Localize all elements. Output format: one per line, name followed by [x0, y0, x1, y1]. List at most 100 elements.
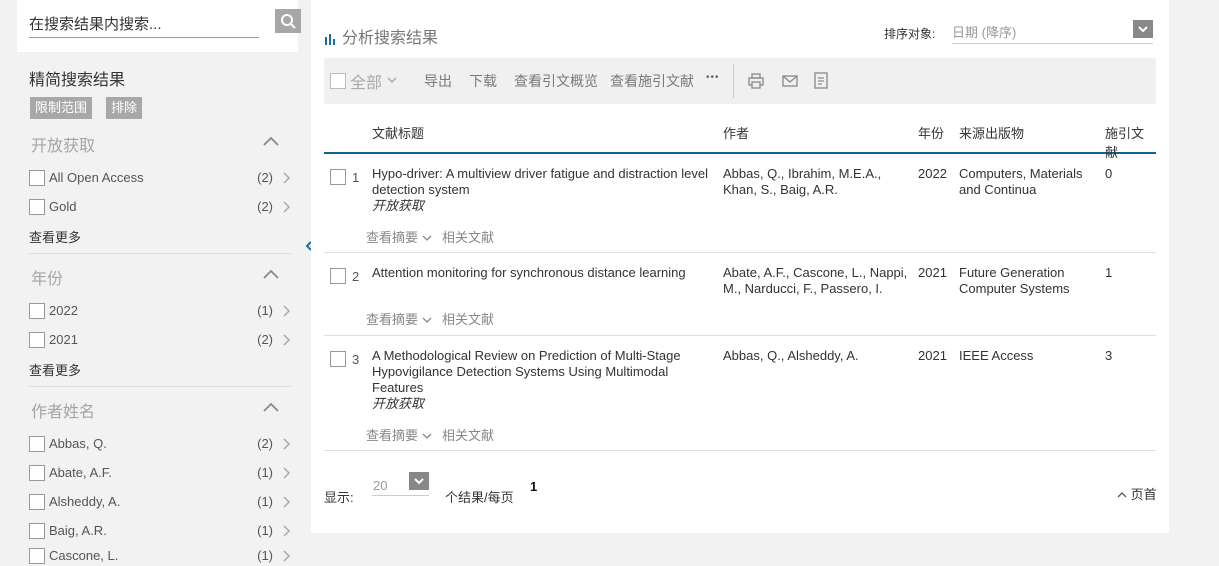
chevron-right-icon[interactable] [281, 549, 291, 563]
sort-value: 日期 (降序) [952, 25, 1017, 40]
checkbox[interactable] [29, 465, 45, 481]
chevron-up-icon[interactable] [262, 135, 280, 147]
document-source[interactable]: Computers, Materials and Continua [959, 166, 1094, 198]
view-abstract-label: 查看摘要 [366, 312, 419, 327]
checkbox[interactable] [29, 332, 45, 348]
document-authors[interactable]: Abbas, Q., Alsheddy, A. [723, 348, 911, 364]
document-title-text[interactable]: A Methodological Review on Prediction of… [372, 348, 681, 395]
col-authors[interactable]: 作者 [723, 123, 749, 142]
col-title[interactable]: 文献标题 [372, 123, 424, 142]
sort-select[interactable]: 日期 (降序) [952, 18, 1153, 44]
view-abstract-link[interactable]: 查看摘要 [366, 309, 432, 328]
search-within-box [17, 0, 301, 52]
select-all-checkbox[interactable] [330, 73, 346, 89]
chevron-right-icon[interactable] [281, 524, 291, 538]
facet-item-label: All Open Access [49, 170, 144, 185]
view-abstract-label: 查看摘要 [366, 428, 419, 443]
chevron-down-icon[interactable] [409, 472, 429, 490]
more-button[interactable]: ••• [706, 72, 720, 83]
document-source[interactable]: IEEE Access [959, 348, 1094, 364]
checkbox[interactable] [29, 548, 45, 564]
see-more-link[interactable]: 查看更多 [29, 360, 81, 379]
checkbox[interactable] [29, 494, 45, 510]
facet-item-author[interactable]: Abbas, Q. (2) [29, 434, 291, 454]
row-number: 1 [352, 170, 360, 185]
facet-item-label: Abate, A.F. [49, 465, 112, 480]
facet-item-author[interactable]: Cascone, L. (1) [29, 546, 291, 566]
row-checkbox[interactable] [330, 268, 346, 284]
document-title-text[interactable]: Hypo-driver: A multiview driver fatigue … [372, 166, 708, 197]
bar-chart-icon [325, 33, 335, 45]
print-icon[interactable] [748, 73, 764, 89]
facet-item-2022[interactable]: 2022 (1) [29, 301, 291, 321]
page-number-current[interactable]: 1 [530, 479, 537, 494]
chevron-right-icon[interactable] [281, 333, 291, 347]
col-source[interactable]: 来源出版物 [959, 123, 1024, 142]
facet-item-author[interactable]: Baig, A.R. (1) [29, 521, 291, 541]
checkbox[interactable] [29, 199, 45, 215]
chevron-right-icon[interactable] [281, 495, 291, 509]
chevron-right-icon[interactable] [281, 304, 291, 318]
related-documents-link[interactable]: 相关文献 [442, 309, 494, 328]
facet-item-all-open-access[interactable]: All Open Access (2) [29, 168, 291, 188]
chevron-right-icon[interactable] [281, 171, 291, 185]
divider [29, 253, 291, 254]
back-to-top-link[interactable]: 页首 [1117, 484, 1157, 503]
facet-item-author[interactable]: Alsheddy, A. (1) [29, 492, 291, 512]
search-button[interactable] [275, 9, 301, 33]
facet-item-2021[interactable]: 2021 (2) [29, 330, 291, 350]
document-year: 2022 [918, 166, 947, 181]
checkbox[interactable] [29, 523, 45, 539]
chevron-up-icon[interactable] [262, 268, 280, 280]
facet-item-count: (1) [257, 303, 273, 318]
document-source[interactable]: Future Generation Computer Systems [959, 265, 1094, 297]
facet-item-gold[interactable]: Gold (2) [29, 197, 291, 217]
related-documents-link[interactable]: 相关文献 [442, 425, 494, 444]
chevron-up-icon[interactable] [262, 401, 280, 413]
citation-overview-button[interactable]: 查看引文概览 [514, 71, 598, 91]
chevron-down-icon[interactable] [1133, 20, 1153, 38]
exclude-button[interactable]: 排除 [106, 97, 143, 119]
row-checkbox[interactable] [330, 351, 346, 367]
view-abstract-link[interactable]: 查看摘要 [366, 425, 432, 444]
document-authors[interactable]: Abbas, Q., Ibrahim, M.E.A., Khan, S., Ba… [723, 166, 911, 198]
facet-title-author[interactable]: 作者姓名 [31, 398, 95, 422]
export-button[interactable]: 导出 [424, 71, 452, 91]
document-title[interactable]: Hypo-driver: A multiview driver fatigue … [372, 166, 712, 214]
document-title[interactable]: Attention monitoring for synchronous dis… [372, 265, 712, 281]
row-checkbox[interactable] [330, 169, 346, 185]
cited-by-count[interactable]: 1 [1105, 265, 1112, 280]
chevron-right-icon[interactable] [281, 466, 291, 480]
facet-title-year[interactable]: 年份 [31, 265, 63, 289]
related-documents-link[interactable]: 相关文献 [442, 227, 494, 246]
document-icon[interactable] [814, 72, 828, 89]
download-button[interactable]: 下载 [469, 71, 497, 91]
select-all-label[interactable]: 全部 [350, 69, 382, 93]
toolbar-divider [733, 64, 734, 98]
facet-item-label: Cascone, L. [49, 548, 119, 563]
facet-item-author[interactable]: Abate, A.F. (1) [29, 463, 291, 483]
see-more-link[interactable]: 查看更多 [29, 227, 81, 246]
cited-by-count[interactable]: 3 [1105, 348, 1112, 363]
checkbox[interactable] [29, 303, 45, 319]
document-authors[interactable]: Abate, A.F., Cascone, L., Nappi, M., Nar… [723, 265, 911, 297]
view-abstract-link[interactable]: 查看摘要 [366, 227, 432, 246]
cited-by-button[interactable]: 查看施引文献 [610, 71, 694, 91]
chevron-right-icon[interactable] [281, 200, 291, 214]
chevron-down-icon[interactable] [386, 75, 398, 85]
limit-button[interactable]: 限制范围 [30, 97, 93, 119]
email-icon[interactable] [782, 74, 798, 88]
per-page-select[interactable]: 20 [372, 472, 429, 496]
document-title[interactable]: A Methodological Review on Prediction of… [372, 348, 712, 412]
search-within-input[interactable] [29, 12, 259, 38]
checkbox[interactable] [29, 436, 45, 452]
results-table-header: 文献标题 作者 年份 来源出版物 施引文献 [324, 118, 1156, 160]
chevron-right-icon[interactable] [281, 437, 291, 451]
row-number: 3 [352, 352, 360, 367]
cited-by-count[interactable]: 0 [1105, 166, 1112, 181]
chevron-down-icon [422, 235, 432, 241]
col-year[interactable]: 年份 [918, 123, 944, 142]
analyze-results-link[interactable]: 分析搜索结果 [324, 24, 438, 48]
facet-title-open-access[interactable]: 开放获取 [31, 132, 95, 156]
checkbox[interactable] [29, 170, 45, 186]
